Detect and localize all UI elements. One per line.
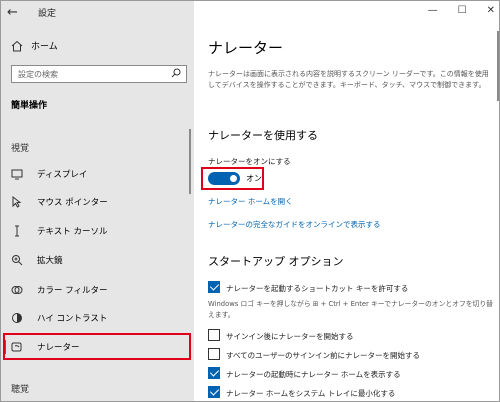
main-scrollbar[interactable]: [497, 31, 499, 101]
maximize-icon[interactable]: ☐: [458, 5, 467, 16]
option-label: サインイン後にナレーターを開始する: [226, 332, 354, 341]
sidebar-item-label: カラー フィルター: [37, 286, 108, 296]
sidebar-item-display[interactable]: ディスプレイ: [1, 163, 194, 185]
group-vision-label: 視覚: [11, 144, 30, 154]
sidebar: ← 設定 ホーム 設定の検索 簡単操作 視覚 ディスプレイ マウス ポインター …: [1, 1, 194, 401]
option-checkbox-after-signin[interactable]: [208, 329, 220, 341]
sidebar-item-label: ハイ コントラスト: [37, 314, 108, 324]
option-label: ナレーター ホームをシステム トレイに最小化する: [226, 389, 396, 398]
section-title: 簡単操作: [11, 101, 48, 111]
option-checkbox-minimize-tray[interactable]: [208, 386, 220, 398]
option-label: ナレーターを起動するショートカット キーを許可する: [226, 284, 409, 293]
option-label: すべてのユーザーのサインイン前にナレーターを開始する: [226, 351, 421, 360]
main-content: — ☐ ✕ ナレーター ナレーターは画面に表示される内容を説明するスクリーン リ…: [194, 1, 499, 401]
group-hearing-label: 聴覚: [11, 385, 30, 395]
sidebar-item-mouse-pointer[interactable]: マウス ポインター: [1, 191, 194, 213]
close-icon[interactable]: ✕: [487, 5, 495, 16]
high-contrast-icon: [11, 312, 23, 324]
toggle-knob: [230, 175, 237, 182]
shortcut-note: Windows ロゴ キーを押しながら ⊞ + Ctrl + Enter キーで…: [208, 300, 493, 319]
search-placeholder: 設定の検索: [18, 70, 58, 79]
sidebar-item-label: マウス ポインター: [37, 198, 108, 208]
narrator-home-link[interactable]: ナレーター ホームを開く: [208, 196, 293, 207]
mouse-pointer-icon: [11, 196, 23, 208]
sidebar-item-label: テキスト カーソル: [37, 227, 108, 237]
option-checkbox-before-signin[interactable]: [208, 348, 220, 360]
text-cursor-icon: [11, 225, 23, 237]
toggle-label: ナレーターをオンにする: [208, 157, 291, 166]
color-filter-icon: [11, 284, 23, 296]
toggle-state-label: オン: [246, 174, 262, 183]
home-label: ホーム: [31, 42, 58, 52]
narrator-guide-link[interactable]: ナレーターの完全なガイドをオンラインで表示する: [208, 219, 381, 230]
use-heading: ナレーターを使用する: [208, 129, 318, 142]
narrator-highlight-box: [3, 333, 191, 360]
settings-window: ← 設定 ホーム 設定の検索 簡単操作 視覚 ディスプレイ マウス ポインター …: [0, 0, 500, 402]
app-title: 設定: [38, 9, 57, 19]
display-icon: [11, 168, 23, 180]
search-input[interactable]: 設定の検索: [11, 65, 187, 83]
sidebar-item-magnifier[interactable]: 拡大鏡: [1, 249, 194, 271]
page-title: ナレーター: [208, 39, 284, 57]
sidebar-item-label: ディスプレイ: [37, 170, 88, 180]
minimize-icon[interactable]: —: [428, 5, 438, 16]
option-checkbox-show-home[interactable]: [208, 367, 220, 379]
page-description: ナレーターは画面に表示される内容を説明するスクリーン リーダーです。この情報を使…: [208, 70, 489, 89]
option-checkbox-shortcut[interactable]: [208, 281, 220, 293]
option-label: ナレーターの起動時にナレーター ホームを表示する: [226, 370, 401, 379]
search-icon[interactable]: [171, 68, 181, 78]
startup-heading: スタートアップ オプション: [208, 255, 344, 268]
home-icon: [11, 40, 23, 51]
sidebar-item-label: 拡大鏡: [37, 256, 63, 266]
sidebar-item-color-filter[interactable]: カラー フィルター: [1, 279, 194, 301]
sidebar-item-text-cursor[interactable]: テキスト カーソル: [1, 220, 194, 242]
narrator-toggle[interactable]: [208, 172, 240, 185]
magnifier-icon: [11, 254, 23, 266]
back-arrow-icon[interactable]: ←: [7, 5, 18, 20]
sidebar-item-high-contrast[interactable]: ハイ コントラスト: [1, 307, 194, 329]
home-link[interactable]: ホーム: [11, 39, 58, 52]
window-controls: — ☐ ✕: [428, 5, 495, 16]
